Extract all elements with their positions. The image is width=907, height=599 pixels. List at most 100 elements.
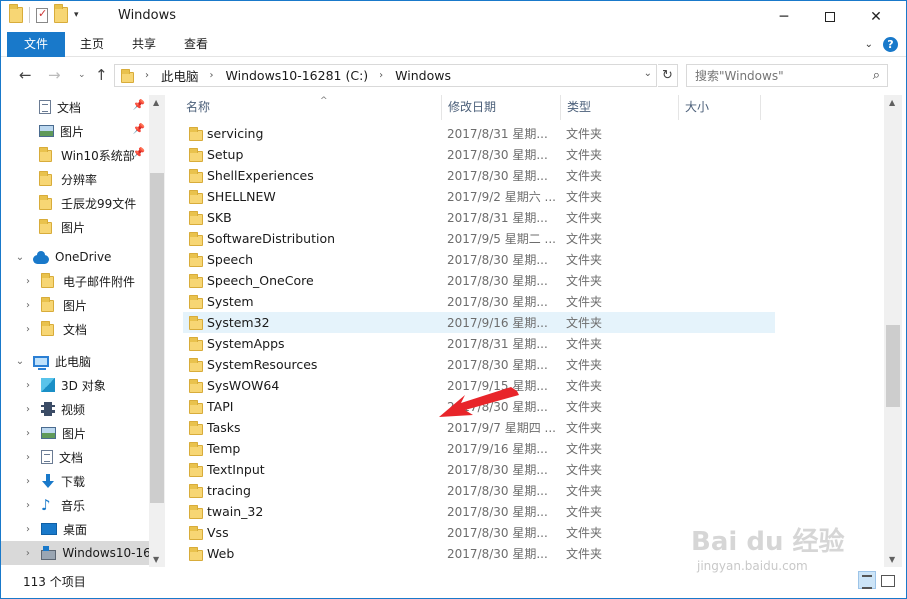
address-dropdown-icon[interactable]: ⌄: [644, 68, 652, 79]
maximize-button[interactable]: [807, 1, 853, 32]
address-bar[interactable]: › 此电脑 › Windows10-16281 (C:) › Windows ⌄: [114, 64, 657, 87]
nav-item-drive-c[interactable]: › Windows10-16: [1, 541, 149, 565]
search-box[interactable]: ⌕: [686, 64, 888, 87]
tab-view[interactable]: 查看: [169, 32, 223, 57]
file-row[interactable]: SystemResources 2017/8/30 星期... 文件夹: [183, 354, 775, 375]
file-row[interactable]: SKB 2017/8/31 星期... 文件夹: [183, 207, 775, 228]
breadcrumb-separator[interactable]: ›: [379, 70, 383, 81]
nav-item-win10-folder[interactable]: Win10系统部 📌: [1, 143, 149, 167]
chevron-right-icon[interactable]: ›: [21, 428, 35, 439]
nav-item-this-pc[interactable]: ⌄ 此电脑: [1, 349, 149, 373]
chevron-down-icon[interactable]: ⌄: [13, 356, 27, 367]
column-header-type[interactable]: 类型: [561, 95, 679, 120]
file-date: 2017/8/30 星期...: [447, 505, 548, 519]
nav-item-pc-pictures[interactable]: › 图片: [1, 421, 149, 445]
chevron-right-icon[interactable]: ›: [21, 404, 35, 415]
file-row[interactable]: Speech 2017/8/30 星期... 文件夹: [183, 249, 775, 270]
forward-button[interactable]: →: [48, 66, 61, 84]
nav-label: 图片: [63, 298, 88, 313]
breadcrumb-separator[interactable]: ›: [210, 70, 214, 81]
scroll-up-icon[interactable]: ▲: [153, 98, 159, 107]
file-type: 文件夹: [566, 358, 603, 372]
file-date: 2017/8/30 星期...: [447, 484, 548, 498]
nav-item-music[interactable]: › ♪ 音乐: [1, 493, 149, 517]
nav-scroll-thumb[interactable]: [150, 173, 164, 503]
up-button[interactable]: ↑: [95, 66, 108, 84]
column-header-name[interactable]: 名称 ^: [180, 95, 442, 120]
file-row[interactable]: ShellExperiences 2017/8/30 星期... 文件夹: [183, 165, 775, 186]
nav-item-email-attachments[interactable]: › 电子邮件附件: [1, 269, 149, 293]
breadcrumb-drive[interactable]: Windows10-16281 (C:): [226, 68, 369, 83]
minimize-button[interactable]: ─: [761, 1, 807, 32]
chevron-right-icon[interactable]: ›: [21, 452, 35, 463]
nav-item-files[interactable]: 壬辰龙99文件: [1, 191, 149, 215]
column-header-date[interactable]: 修改日期: [442, 95, 561, 120]
customize-toolbar-icon[interactable]: ▾: [74, 10, 79, 20]
chevron-right-icon[interactable]: ›: [21, 476, 35, 487]
breadcrumb-this-pc[interactable]: 此电脑: [161, 66, 199, 85]
chevron-right-icon[interactable]: ›: [21, 324, 35, 335]
column-header-size[interactable]: 大小: [679, 95, 761, 120]
breadcrumb-windows[interactable]: Windows: [395, 68, 451, 83]
file-date: 2017/8/30 星期...: [447, 358, 548, 372]
file-row[interactable]: SHELLNEW 2017/9/2 星期六 ... 文件夹: [183, 186, 775, 207]
chevron-down-icon[interactable]: ⌄: [13, 252, 27, 263]
close-button[interactable]: ✕: [853, 1, 899, 32]
expand-ribbon-icon[interactable]: ⌄: [865, 39, 873, 50]
file-row[interactable]: Setup 2017/8/30 星期... 文件夹: [183, 144, 775, 165]
breadcrumb-separator[interactable]: ›: [145, 70, 149, 81]
chevron-right-icon[interactable]: ›: [21, 500, 35, 511]
nav-item-onedrive[interactable]: ⌄ OneDrive: [1, 245, 149, 269]
nav-item-onedrive-pictures[interactable]: › 图片: [1, 293, 149, 317]
nav-item-3d-objects[interactable]: › 3D 对象: [1, 373, 149, 397]
chevron-right-icon[interactable]: ›: [21, 548, 35, 559]
music-icon: ♪: [41, 496, 51, 514]
file-scrollbar[interactable]: ▲ ▼: [884, 95, 902, 567]
new-folder-icon[interactable]: [54, 4, 68, 23]
nav-item-resolution[interactable]: 分辨率: [1, 167, 149, 191]
file-row[interactable]: twain_32 2017/8/30 星期... 文件夹: [183, 501, 775, 522]
scroll-up-icon[interactable]: ▲: [889, 98, 895, 107]
nav-item-desktop[interactable]: › 桌面: [1, 517, 149, 541]
properties-icon[interactable]: [36, 7, 48, 23]
file-row[interactable]: SystemApps 2017/8/31 星期... 文件夹: [183, 333, 775, 354]
nav-item-documents[interactable]: 文档 📌: [1, 95, 149, 119]
nav-scrollbar[interactable]: ▲ ▼: [149, 95, 165, 567]
nav-item-pictures-folder[interactable]: 图片: [1, 215, 149, 239]
large-icons-view-button[interactable]: [878, 571, 896, 589]
file-row[interactable]: Speech_OneCore 2017/8/30 星期... 文件夹: [183, 270, 775, 291]
search-icon[interactable]: ⌕: [873, 68, 880, 83]
help-icon[interactable]: ?: [883, 37, 898, 52]
nav-item-onedrive-documents[interactable]: › 文档: [1, 317, 149, 341]
nav-item-pictures[interactable]: 图片 📌: [1, 119, 149, 143]
nav-item-videos[interactable]: › 视频: [1, 397, 149, 421]
scroll-down-icon[interactable]: ▼: [153, 555, 159, 564]
search-input[interactable]: [687, 65, 857, 86]
refresh-button[interactable]: ↻: [658, 64, 678, 87]
tab-share[interactable]: 共享: [117, 32, 171, 57]
file-scroll-thumb[interactable]: [886, 325, 900, 407]
nav-label: 音乐: [61, 498, 86, 513]
scroll-down-icon[interactable]: ▼: [889, 555, 895, 564]
file-type: 文件夹: [566, 295, 603, 309]
file-row[interactable]: TextInput 2017/8/30 星期... 文件夹: [183, 459, 775, 480]
folder-icon: [189, 504, 203, 519]
chevron-right-icon[interactable]: ›: [21, 380, 35, 391]
tab-home[interactable]: 主页: [65, 32, 119, 57]
file-row[interactable]: SoftwareDistribution 2017/9/5 星期二 ... 文件夹: [183, 228, 775, 249]
recent-locations-button[interactable]: ⌄: [78, 70, 86, 80]
file-row[interactable]: servicing 2017/8/31 星期... 文件夹: [183, 123, 775, 144]
chevron-right-icon[interactable]: ›: [21, 276, 35, 287]
chevron-right-icon[interactable]: ›: [21, 524, 35, 535]
tab-file[interactable]: 文件: [7, 32, 65, 57]
file-row[interactable]: tracing 2017/8/30 星期... 文件夹: [183, 480, 775, 501]
nav-item-downloads[interactable]: › 下载: [1, 469, 149, 493]
chevron-right-icon[interactable]: ›: [21, 300, 35, 311]
file-row[interactable]: Web 2017/8/30 星期... 文件夹: [183, 543, 775, 564]
file-row[interactable]: Temp 2017/9/16 星期... 文件夹: [183, 438, 775, 459]
file-row[interactable]: Vss 2017/8/30 星期... 文件夹: [183, 522, 775, 543]
file-row[interactable]: System 2017/8/30 星期... 文件夹: [183, 291, 775, 312]
file-row[interactable]: System32 2017/9/16 星期... 文件夹: [183, 312, 775, 333]
back-button[interactable]: ←: [19, 66, 32, 84]
nav-item-pc-documents[interactable]: › 文档: [1, 445, 149, 469]
